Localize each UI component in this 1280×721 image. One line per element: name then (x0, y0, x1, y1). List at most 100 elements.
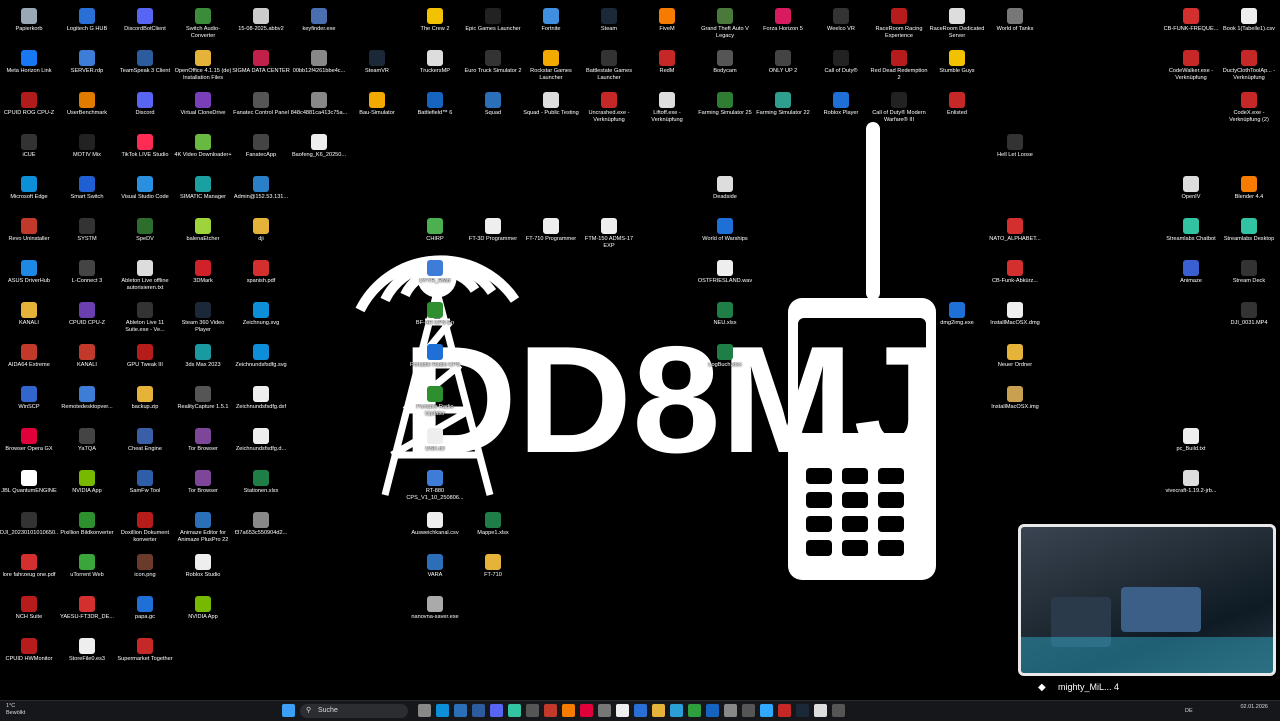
desktop-icon[interactable]: Ableton Live 11 Suite.exe - Ve... (116, 298, 174, 338)
desktop-icon[interactable]: Weelco VR (812, 4, 870, 44)
app-icon[interactable] (832, 704, 845, 717)
desktop-icon[interactable]: CB-Funk-Abkürz... (986, 256, 1044, 296)
desktop-icon[interactable]: Deadside (696, 172, 754, 212)
photoshop-icon[interactable] (760, 704, 773, 717)
explorer-icon[interactable] (652, 704, 665, 717)
desktop-icon[interactable]: VARA (406, 550, 464, 590)
desktop-icon[interactable]: Call of Duty® Modern Warfare® III (870, 88, 928, 128)
desktop-icon[interactable]: Streamlabs Desktop (1220, 214, 1278, 254)
desktop-icon[interactable]: Doxillion Dokument konverter (116, 508, 174, 548)
desktop-icon[interactable]: f37a653c550904d2... (232, 508, 290, 548)
desktop-icon[interactable]: OpenOffice 4.1.15 (de) Installation File… (174, 46, 232, 86)
desktop-icon[interactable]: YaTQA (58, 424, 116, 464)
desktop-icon[interactable]: Switch Audio-Converter (174, 4, 232, 44)
desktop-icon[interactable]: 848c4881ca413c75a... (290, 88, 348, 128)
desktop-icon[interactable]: dji (232, 214, 290, 254)
desktop-icon[interactable]: Fortnite (522, 4, 580, 44)
desktop-icon[interactable]: NVIDIA App (174, 592, 232, 632)
desktop-icon[interactable]: SERVER.rdp (58, 46, 116, 86)
desktop-icon[interactable]: SpeDV (116, 214, 174, 254)
desktop-icon[interactable]: Rockstar Games Launcher (522, 46, 580, 86)
desktop-icon[interactable]: Neuer Ordner (986, 340, 1044, 380)
aida-icon[interactable] (544, 704, 557, 717)
desktop-icon[interactable]: DSK.dll (406, 424, 464, 464)
desktop-icon[interactable]: Admin@152.53.131... (232, 172, 290, 212)
desktop-icon[interactable]: Ausweichkanal.csv (406, 508, 464, 548)
streamlabs-icon[interactable] (508, 704, 521, 717)
desktop-icon[interactable]: Tor Browser (174, 466, 232, 506)
app-icon[interactable] (634, 704, 647, 717)
desktop-icon[interactable]: Smart Switch (58, 172, 116, 212)
desktop-icon[interactable]: SteamVR (348, 46, 406, 86)
desktop-icon[interactable]: JBL QuantumENGINE (0, 466, 58, 506)
desktop-icon[interactable]: Roblox Studio (174, 550, 232, 590)
desktop-icon[interactable]: Call of Duty® (812, 46, 870, 86)
notion-icon[interactable] (616, 704, 629, 717)
office-icon[interactable] (562, 704, 575, 717)
teamspeak-icon[interactable] (472, 704, 485, 717)
search-input[interactable]: ⚲ Suche (300, 704, 408, 718)
desktop-icon[interactable]: Zeichnung.svg (232, 298, 290, 338)
desktop-icon[interactable]: RT-880 CPS_V1_10_250806... (406, 466, 464, 506)
edge-icon[interactable] (436, 704, 449, 717)
desktop-icon[interactable]: uTorrent Web (58, 550, 116, 590)
desktop-icon[interactable]: Red Dead Redemption 2 (870, 46, 928, 86)
desktop-icon[interactable]: FiveM (638, 4, 696, 44)
desktop-icon[interactable]: spanish.pdf (232, 256, 290, 296)
desktop-icon[interactable]: Cheat Engine (116, 424, 174, 464)
desktop-icon[interactable]: Mappe1.xlsx (464, 508, 522, 548)
desktop-icon[interactable]: RaceRoom Racing Experience (870, 4, 928, 44)
desktop-icon[interactable]: ASUS DriverHub (0, 256, 58, 296)
desktop-icon[interactable]: CB-FUNK-FREQUE... (1162, 4, 1220, 44)
desktop-icon[interactable]: CPUID ROG CPU-Z (0, 88, 58, 128)
desktop-icon[interactable]: Portable Radio CPS (406, 340, 464, 380)
desktop-icon[interactable]: L-Connect 3 (58, 256, 116, 296)
desktop-icon[interactable]: LogBuch.xlsx (696, 340, 754, 380)
desktop-icon[interactable]: Baofeng_K6_20250... (290, 130, 348, 170)
opera-icon[interactable] (580, 704, 593, 717)
desktop-icon[interactable]: Animaze (1162, 256, 1220, 296)
discord-icon[interactable] (490, 704, 503, 717)
desktop-icon[interactable]: KANALI (58, 340, 116, 380)
desktop-icon[interactable]: Enlisted (928, 88, 986, 128)
desktop-icon[interactable]: NEU.xlsx (696, 298, 754, 338)
desktop-icon[interactable]: Bodycam (696, 46, 754, 86)
desktop-icon[interactable]: Roblox Player (812, 88, 870, 128)
desktop-icon[interactable]: Squad - Public Testing (522, 88, 580, 128)
desktop-icon[interactable]: Steam 360 Video Player (174, 298, 232, 338)
desktop-icon[interactable]: Blender 4.4 (1220, 172, 1278, 212)
desktop-icon[interactable]: Portable Radio Updater (406, 382, 464, 422)
desktop-icon[interactable]: SIGMA DATA CENTER (232, 46, 290, 86)
desktop-icon[interactable]: TikTok LIVE Studio (116, 130, 174, 170)
desktop-icon[interactable]: Remotedesktopver... (58, 382, 116, 422)
desktop-icon[interactable]: RealityCapture 1.5.1 (174, 382, 232, 422)
desktop-icon[interactable]: Farming Simulator 25 (696, 88, 754, 128)
app-icon[interactable] (598, 704, 611, 717)
desktop-icon[interactable]: UserBenchmark (58, 88, 116, 128)
desktop-icon[interactable]: Discord (116, 88, 174, 128)
desktop-icon[interactable]: Tor Browser (174, 424, 232, 464)
desktop-icon[interactable]: Battlefield™ 6 (406, 88, 464, 128)
desktop-icon[interactable]: FTM-150 ADMS-17 EXP (580, 214, 638, 254)
desktop-icon[interactable]: Grand Theft Auto V Legacy (696, 4, 754, 44)
app-icon[interactable] (706, 704, 719, 717)
app-icon[interactable] (526, 704, 539, 717)
desktop-icon[interactable]: Farming Simulator 22 (754, 88, 812, 128)
app-icon[interactable] (724, 704, 737, 717)
desktop-icon[interactable]: nanovna-saver.exe (406, 592, 464, 632)
desktop-icon[interactable]: Animaze Editor for Animaze PlusPro 22 (174, 508, 232, 548)
desktop-icon[interactable]: Hell Let Loose (986, 130, 1044, 170)
app-icon[interactable] (742, 704, 755, 717)
desktop-icon[interactable]: NATO_ALPHABET... (986, 214, 1044, 254)
desktop-icon[interactable]: StoreFile0.es3 (58, 634, 116, 674)
desktop-icon[interactable]: RaceRoom Dedicated Server (928, 4, 986, 44)
desktop-icon[interactable]: GPU Tweak III (116, 340, 174, 380)
desktop-icon[interactable]: FT-710 (464, 550, 522, 590)
desktop-icon[interactable]: CPUID CPU-Z (58, 298, 116, 338)
desktop-icon[interactable]: 00bb12f4261bbe4c... (290, 46, 348, 86)
desktop-icon[interactable]: World of Tanks (986, 4, 1044, 44)
desktop-icon[interactable]: Supermarket Together (116, 634, 174, 674)
desktop-icon[interactable]: Bau-Simulator (348, 88, 406, 128)
desktop-icon[interactable]: DuctyClothToolAp... - Verknüpfung (1220, 46, 1278, 86)
clock[interactable]: 02.01.2026 (1240, 704, 1268, 711)
